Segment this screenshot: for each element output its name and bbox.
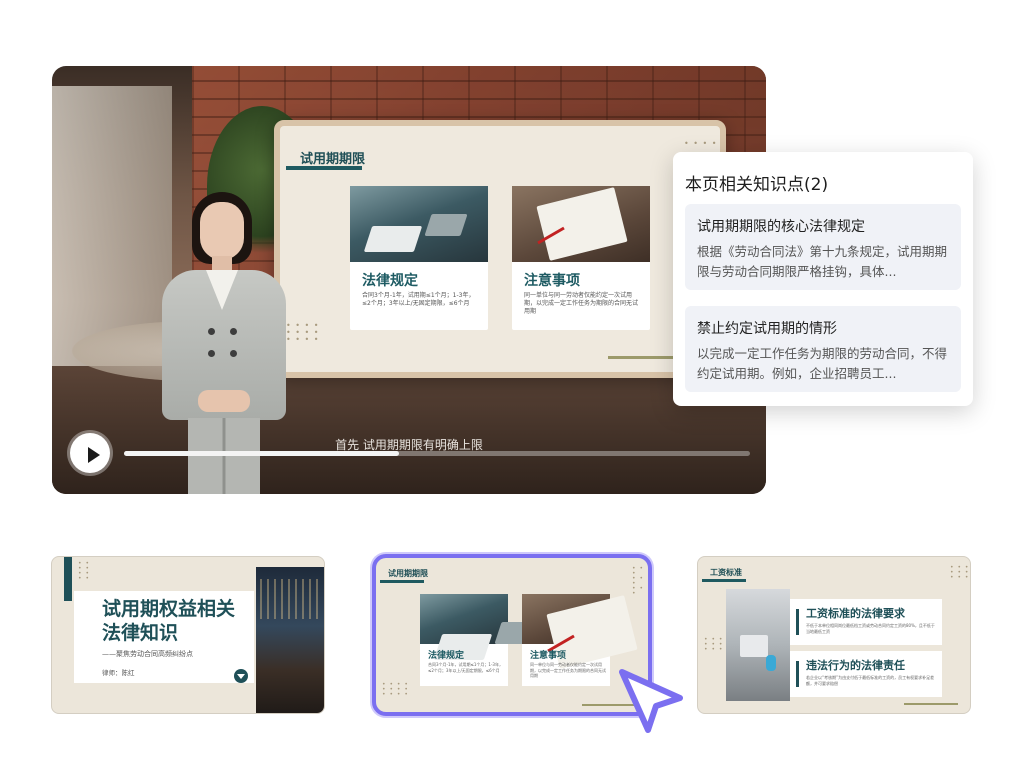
decor-dots: • • • • • • • • • [704,636,724,653]
progress-bar[interactable] [124,451,750,456]
info-box: 违法行为的法律责任 若企业以“考核期”为由支付低于最低标准的工资的，员工有权要求… [790,651,942,697]
box-text: 若企业以“考核期”为由支付低于最低标准的工资的，员工有权要求补足差额，并可要求赔… [806,675,935,686]
mini-card-notes: 注意事项 同一单位与同一劳动者仅能约定一次试用期，以完成一定工作任务为期限的合同… [522,594,610,686]
card-title: 法律规定 [362,273,418,289]
notes-photo [522,594,610,644]
box-title: 违法行为的法律责任 [806,659,905,672]
slide-card-notes: 注意事项 同一单位与同一劳动者仅能约定一次试用期，以完成一定工作任务为期限的合同… [512,186,650,330]
card-text: 合同3个月-1年，试用期≤1个月；1-3年，≤2个月；3年以上/无固定期限，≤6… [362,292,475,307]
knowledge-item-desc: 根据《劳动合同法》第十九条规定，试用期期限与劳动合同期限严格挂钩，具体... [697,244,948,279]
cover-author: 律师：陈红 [102,669,135,677]
card-text: 同一单位与同一劳动者仅能约定一次试用期，以完成一定工作任务为期限的合同无试用期 [530,662,606,678]
box-accent-bar [796,661,799,687]
play-button[interactable] [70,433,110,473]
cursor-pointer-icon [619,669,683,733]
slide-thumbnail-2[interactable]: 试用期期限 • • • • • • • • • • • • • • • • • • • … [372,554,652,716]
mini-card-law: 法律规定 合同3个月-1年，试用期≤1个月；1-3年，≤2个月；3年以上/无固定… [420,594,508,686]
decor-dots: • • • • • • • • • • • • [382,681,409,698]
decor-dots: • • • • • • • • • [632,565,644,597]
knowledge-item[interactable]: 试用期期限的核心法律规定 根据《劳动合同法》第十九条规定，试用期期限与劳动合同期… [685,204,961,290]
cover-accent-bar [64,557,72,601]
video-player[interactable]: 试用期期限 • • • • • • • • • • • • • • • • 法律规定… [52,66,766,494]
office-photo [256,567,324,713]
progress-fill [124,451,400,456]
slide-title: 试用期期限 [300,152,366,167]
knowledge-item[interactable]: 禁止约定试用期的情形 以完成一定工作任务为期限的劳动合同，不得约定试用期。例如，… [685,306,961,392]
label-underline [380,580,424,583]
decor-line [904,703,958,705]
slide-card-law: 法律规定 合同3个月-1年，试用期≤1个月；1-3年，≤2个月；3年以上/无固定… [350,186,488,330]
label-underline [702,579,746,582]
slide-thumbnail-3[interactable]: 工资标准 • • • • • • • • • • • • • • • • • • 工资标… [697,556,971,714]
card-text: 同一单位与同一劳动者仅能约定一次试用期，以完成一定工作任务为期限的合同无试用期 [524,292,639,315]
office-desk-photo [726,589,790,701]
law-photo [420,594,508,644]
decor-dots: • • • • • • • • [78,560,90,582]
box-text: 不低于本单位相同岗位最低档工资或劳动合同约定工资的80%，且不低于当地最低工资 [806,623,935,634]
knowledge-item-title: 禁止约定试用期的情形 [697,321,837,337]
knowledge-item-desc: 以完成一定工作任务为期限的劳动合同，不得约定试用期。例如，企业招聘员工... [697,346,948,381]
card-text: 合同3个月-1年，试用期≤1个月；1-3年，≤2个月；3年以上/无固定期限，≤6… [428,662,503,673]
thumbnail-label: 试用期期限 [388,569,428,578]
cover-subtitle: ——聚焦劳动合同高频纠纷点 [102,650,193,658]
cover-title: 试用期权益相关法律知识 [102,598,236,644]
knowledge-item-title: 试用期期限的核心法律规定 [697,219,865,235]
thumbnail-label: 工资标准 [710,568,742,577]
down-arrow-icon [234,669,248,683]
knowledge-panel-title: 本页相关知识点(2) [685,175,829,195]
knowledge-panel: 本页相关知识点(2) 试用期期限的核心法律规定 根据《劳动合同法》第十九条规定，… [673,152,973,406]
slide-thumbnail-1[interactable]: • • • • • • • • 试用期权益相关法律知识 ——聚焦劳动合同高频纠纷点 律… [51,556,325,714]
box-title: 工资标准的法律要求 [806,607,905,620]
info-box: 工资标准的法律要求 不低于本单位相同岗位最低档工资或劳动合同约定工资的80%，且… [790,599,942,645]
slide-title-underline [286,166,362,170]
card-title: 注意事项 [524,273,580,289]
box-accent-bar [796,609,799,635]
decor-dots: • • • • • • • • • [950,564,970,581]
card-title: 注意事项 [530,651,567,661]
notes-photo [512,186,650,262]
play-icon [88,447,100,463]
presentation-slide: 试用期期限 • • • • • • • • • • • • • • • • 法律规定… [274,120,726,378]
decor-dots: • • • • [684,139,718,148]
law-photo [350,186,488,262]
card-title: 法律规定 [428,651,465,661]
